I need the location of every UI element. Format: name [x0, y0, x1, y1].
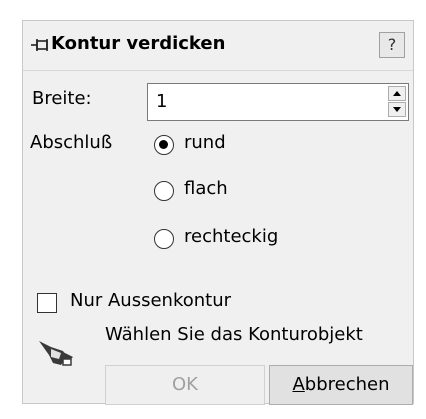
dialog-titlebar: Kontur verdicken ?: [23, 21, 413, 71]
radio-flat-label[interactable]: flach: [184, 178, 228, 199]
width-stepper[interactable]: 1: [147, 83, 409, 121]
width-stepper-buttons: [388, 86, 406, 118]
radio-square-indicator[interactable]: [154, 229, 174, 249]
radio-square-label[interactable]: rechteckig: [184, 226, 278, 247]
outer-contour-label[interactable]: Nur Aussenkontur: [70, 290, 231, 311]
pin-icon[interactable]: [29, 34, 51, 56]
radio-round-indicator[interactable]: [154, 135, 174, 155]
width-value[interactable]: 1: [156, 91, 167, 112]
contour-dialog: Kontur verdicken ? Breite: 1 Abschluß ru…: [22, 20, 414, 405]
cancel-label-rest: bbrechen: [304, 374, 390, 395]
ok-button[interactable]: OK: [105, 365, 265, 405]
pointing-hand-icon: [39, 341, 73, 366]
cancel-button[interactable]: Abbrechen: [269, 365, 413, 405]
page-background: Kontur verdicken ? Breite: 1 Abschluß ru…: [0, 0, 426, 419]
outer-contour-checkbox[interactable]: [37, 293, 57, 313]
cancel-mnemonic: A: [292, 374, 305, 395]
radio-flat-indicator[interactable]: [154, 181, 174, 201]
dialog-title: Kontur verdicken: [51, 33, 226, 54]
cap-label: Abschluß: [30, 132, 113, 153]
radio-round-label[interactable]: rund: [184, 132, 226, 153]
width-label: Breite:: [32, 88, 92, 109]
help-button[interactable]: ?: [379, 32, 405, 58]
spin-up-icon[interactable]: [388, 86, 406, 101]
hint-text: Wählen Sie das Konturobjekt: [105, 324, 363, 345]
spin-down-icon[interactable]: [388, 102, 406, 117]
